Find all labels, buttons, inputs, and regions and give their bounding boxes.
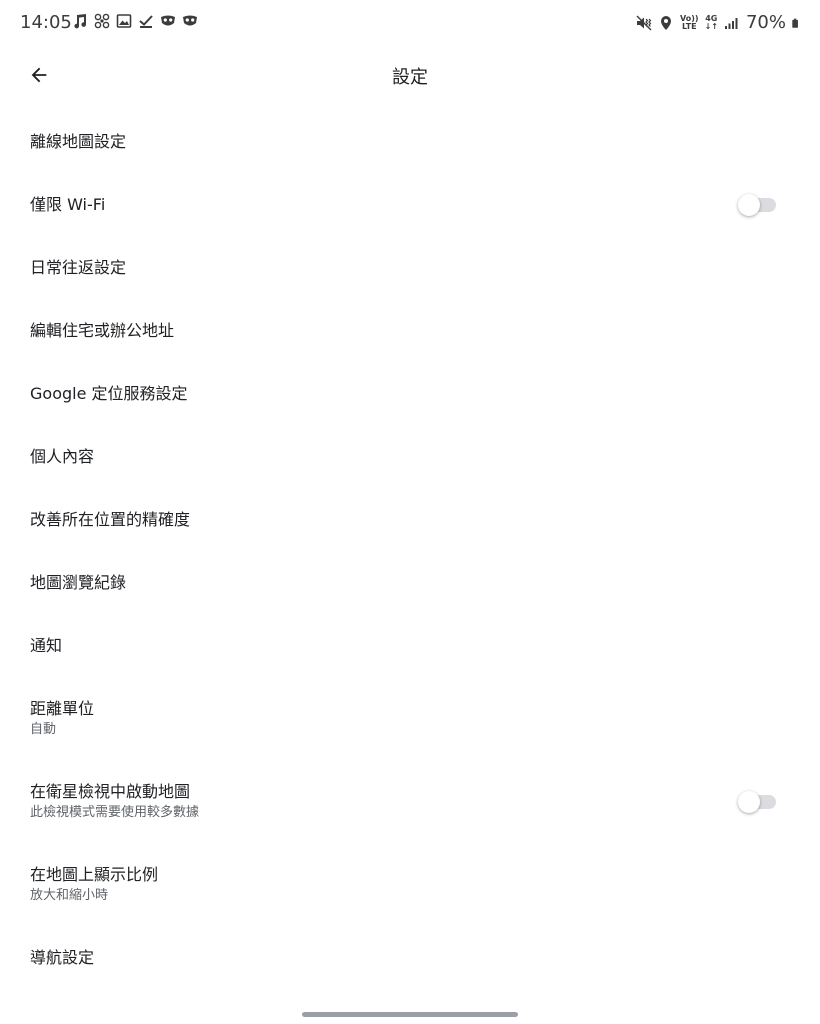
setting-label: 距離單位 [30, 699, 95, 718]
setting-label: 改善所在位置的精確度 [30, 509, 191, 529]
settings-list: 離線地圖設定 僅限 Wi-Fi 日常往返設定 編輯住宅或辦公地址 Google … [0, 110, 820, 989]
setting-label: 導航設定 [30, 947, 95, 967]
toggle-thumb [738, 790, 760, 813]
music-note-icon [74, 14, 87, 29]
status-bar: 14:05 Vo)) LTE 4G ↓↑ 70% [0, 0, 820, 46]
screen: 14:05 Vo)) LTE 4G ↓↑ 70% 設定 離線地圖設定 僅限 Wi… [0, 0, 820, 1024]
setting-label: 通知 [30, 635, 63, 655]
gesture-nav-handle[interactable] [302, 1012, 518, 1017]
setting-sublabel: 放大和縮小時 [30, 888, 109, 903]
setting-google-location[interactable]: Google 定位服務設定 [0, 362, 820, 425]
setting-wifi-only[interactable]: 僅限 Wi-Fi [0, 173, 820, 236]
setting-navigation[interactable]: 導航設定 [0, 926, 820, 989]
setting-label: 地圖瀏覽紀錄 [30, 572, 127, 592]
volte-indicator: Vo)) LTE [680, 13, 699, 31]
setting-location-accuracy[interactable]: 改善所在位置的精確度 [0, 488, 820, 551]
setting-sublabel: 此檢視模式需要使用較多數據 [30, 805, 200, 820]
setting-personal-content[interactable]: 個人內容 [0, 425, 820, 488]
gallery-icon [116, 14, 132, 28]
setting-edit-home-work[interactable]: 編輯住宅或辦公地址 [0, 299, 820, 362]
setting-label: 在地圖上顯示比例 [30, 865, 159, 884]
mask-icon [161, 15, 175, 26]
page-title: 設定 [392, 67, 428, 88]
setting-label: 在衛星檢視中啟動地圖 [30, 782, 191, 801]
setting-notifications[interactable]: 通知 [0, 614, 820, 677]
setting-start-satellite[interactable]: 在衛星檢視中啟動地圖 此檢視模式需要使用較多數據 [0, 760, 820, 843]
setting-maps-history[interactable]: 地圖瀏覽紀錄 [0, 551, 820, 614]
signal-strength-icon [724, 17, 738, 29]
app-bar: 設定 [0, 46, 820, 104]
setting-distance-units[interactable]: 距離單位 自動 [0, 677, 820, 760]
setting-label: 僅限 Wi-Fi [30, 194, 106, 214]
wifi-only-toggle[interactable] [738, 193, 776, 216]
network-type-indicator: 4G ↓↑ [704, 13, 718, 31]
setting-sublabel: 自動 [30, 722, 57, 737]
setting-label: 個人內容 [30, 446, 95, 466]
vibrate-mute-icon [636, 15, 652, 30]
setting-label: 編輯住宅或辦公地址 [30, 320, 175, 340]
toggle-thumb [738, 193, 760, 216]
satellite-toggle[interactable] [738, 790, 776, 813]
setting-commute[interactable]: 日常往返設定 [0, 236, 820, 299]
status-notification-icons [72, 13, 198, 29]
location-pin-icon [661, 15, 672, 30]
status-system-icons: Vo)) LTE 4G ↓↑ 70% [636, 12, 802, 33]
battery-icon [792, 18, 798, 28]
setting-show-scale[interactable]: 在地圖上顯示比例 放大和縮小時 [0, 843, 820, 926]
status-time: 14:05 [20, 12, 72, 33]
mask-icon [183, 15, 197, 26]
setting-offline-maps[interactable]: 離線地圖設定 [0, 110, 820, 173]
setting-label: 日常往返設定 [30, 257, 127, 277]
setting-label: 離線地圖設定 [30, 131, 127, 151]
battery-percent: 70% [745, 12, 786, 33]
pinwheel-icon [94, 13, 110, 29]
checkmark-icon [139, 15, 153, 28]
setting-label: Google 定位服務設定 [30, 383, 188, 403]
